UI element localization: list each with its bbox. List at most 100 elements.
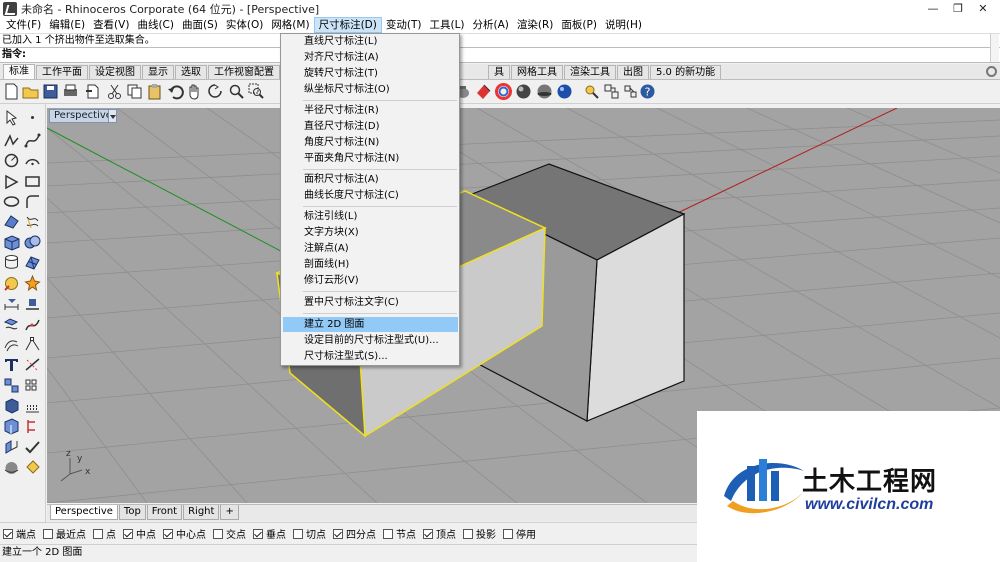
menu-render[interactable]: 渲染(R) xyxy=(513,17,558,33)
osnap-checkbox[interactable] xyxy=(333,528,343,539)
group-icon[interactable] xyxy=(3,377,20,394)
tab-render-tools[interactable]: 渲染工具 xyxy=(564,65,616,79)
print-icon[interactable] xyxy=(62,83,79,100)
add-viewport-button[interactable]: + xyxy=(220,505,239,520)
triangle-icon[interactable] xyxy=(3,173,20,190)
tab-set-view[interactable]: 设定视图 xyxy=(89,65,141,79)
menu-file[interactable]: 文件(F) xyxy=(2,17,45,33)
tab-new-in-v5[interactable]: 5.0 的新功能 xyxy=(650,65,722,79)
light-icon[interactable] xyxy=(583,83,600,100)
tab-display[interactable]: 显示 xyxy=(142,65,174,79)
undo-icon[interactable] xyxy=(167,83,184,100)
menu-dimension[interactable]: 尺寸标注(D) xyxy=(313,17,382,33)
menu-solid[interactable]: 实体(O) xyxy=(222,17,267,33)
analyze-sphere-icon[interactable] xyxy=(3,459,20,476)
menu-analyze[interactable]: 分析(A) xyxy=(469,17,513,33)
mesh-icon[interactable] xyxy=(24,254,41,271)
tab-drafting[interactable]: 出图 xyxy=(617,65,649,79)
viewport-tab-perspective[interactable]: Perspective xyxy=(50,505,118,520)
osnap-checkbox[interactable] xyxy=(383,528,393,539)
pan-hand-icon[interactable] xyxy=(186,83,203,100)
osnap-tan[interactable]: 切点 xyxy=(293,526,326,541)
tab-select[interactable]: 选取 xyxy=(175,65,207,79)
viewport-tab-top[interactable]: Top xyxy=(118,505,146,520)
menu-item-text-block[interactable]: 文字方块(X) xyxy=(283,225,458,240)
material-icon[interactable] xyxy=(475,83,492,100)
sweep-icon[interactable] xyxy=(3,439,20,456)
close-button[interactable]: ✕ xyxy=(968,0,998,17)
osnap-checkbox[interactable] xyxy=(3,528,13,539)
new-file-icon[interactable] xyxy=(3,83,20,100)
save-icon[interactable] xyxy=(42,83,59,100)
menu-item-hatch[interactable]: 剖面线(H) xyxy=(283,257,458,272)
menu-item-ordinate-dimension[interactable]: 纵坐标尺寸标注(O) xyxy=(283,82,458,97)
select-arrow-icon[interactable] xyxy=(3,109,20,126)
cut-icon[interactable] xyxy=(106,83,123,100)
red-dimension-icon[interactable] xyxy=(24,418,41,435)
command-input[interactable]: 指令: xyxy=(0,47,1000,63)
color-wheel-icon[interactable] xyxy=(495,83,512,100)
zoom-icon[interactable] xyxy=(228,83,245,100)
menu-item-center-dimension-text[interactable]: 置中尺寸标注文字(C) xyxy=(283,295,458,310)
surface-patch-icon[interactable] xyxy=(3,213,20,230)
array-icon[interactable] xyxy=(24,377,41,394)
explode-icon[interactable] xyxy=(24,275,41,292)
solid-box-icon[interactable] xyxy=(3,234,20,251)
render-icon[interactable] xyxy=(3,275,20,292)
cylinder-icon[interactable] xyxy=(3,254,20,271)
dot-grid-icon[interactable] xyxy=(24,398,41,415)
menu-edit[interactable]: 编辑(E) xyxy=(45,17,89,33)
menu-item-area-dimension[interactable]: 面积尺寸标注(A) xyxy=(283,172,458,187)
text-icon[interactable] xyxy=(3,356,20,373)
menu-item-make-2d-drawing[interactable]: 建立 2D 图面 xyxy=(283,317,458,332)
rotate-view-icon[interactable] xyxy=(207,83,224,100)
circle-icon[interactable] xyxy=(3,152,20,169)
menu-panels[interactable]: 面板(P) xyxy=(557,17,601,33)
boolean-icon[interactable] xyxy=(24,234,41,251)
osnap-vertex[interactable]: 顶点 xyxy=(423,526,456,541)
edit-curve-icon[interactable] xyxy=(24,316,41,333)
tab-cplanes[interactable]: 工作平面 xyxy=(36,65,88,79)
osnap-checkbox[interactable] xyxy=(43,528,53,539)
tab-viewport-layout[interactable]: 工作视窗配置 xyxy=(208,65,280,79)
help-icon[interactable]: ? xyxy=(639,83,656,100)
osnap-cen[interactable]: 中心点 xyxy=(163,526,206,541)
osnap-checkbox[interactable] xyxy=(423,528,433,539)
layer-cube-icon[interactable] xyxy=(3,418,20,435)
osnap-mid[interactable]: 中点 xyxy=(123,526,156,541)
menu-view[interactable]: 查看(V) xyxy=(89,17,133,33)
menu-item-plane-angle-dimension[interactable]: 平面夹角尺寸标注(N) xyxy=(283,151,458,166)
ellipse-icon[interactable] xyxy=(3,193,20,210)
osnap-checkbox[interactable] xyxy=(213,528,223,539)
curve-from-object-icon[interactable] xyxy=(3,316,20,333)
dimension-linear-icon[interactable] xyxy=(3,295,20,312)
menu-item-set-current-dimension-style[interactable]: 设定目前的尺寸标注型式(U)... xyxy=(283,333,458,348)
shaded-sphere-icon[interactable] xyxy=(515,83,532,100)
menu-tools[interactable]: 工具(L) xyxy=(425,17,468,33)
tab-standard[interactable]: 标准 xyxy=(3,64,35,79)
point-icon[interactable] xyxy=(24,109,41,126)
menu-item-dot[interactable]: 注解点(A) xyxy=(283,241,458,256)
control-points-icon[interactable] xyxy=(24,336,41,353)
osnap-point[interactable]: 点 xyxy=(93,526,116,541)
menu-item-rotated-dimension[interactable]: 旋转尺寸标注(T) xyxy=(283,66,458,81)
viewport-tab-front[interactable]: Front xyxy=(146,505,183,520)
rectangle-icon[interactable] xyxy=(24,173,41,190)
command-scrollbar[interactable] xyxy=(990,34,999,62)
menu-item-curve-length-dimension[interactable]: 曲线长度尺寸标注(C) xyxy=(283,188,458,203)
rendered-sphere-icon[interactable] xyxy=(536,83,553,100)
menu-item-aligned-dimension[interactable]: 对齐尺寸标注(A) xyxy=(283,50,458,65)
chevron-down-icon[interactable] xyxy=(108,109,117,123)
menu-item-angle-dimension[interactable]: 角度尺寸标注(N) xyxy=(283,135,458,150)
osnap-checkbox[interactable] xyxy=(93,528,103,539)
osnap-disable[interactable]: 停用 xyxy=(503,526,536,541)
dimension-tools-icon[interactable] xyxy=(24,295,41,312)
tab-mesh-tools[interactable]: 网格工具 xyxy=(511,65,563,79)
paste-icon[interactable] xyxy=(146,83,163,100)
loft-icon[interactable] xyxy=(24,213,41,230)
import-icon[interactable] xyxy=(84,83,101,100)
osnap-project[interactable]: 投影 xyxy=(463,526,496,541)
open-folder-icon[interactable] xyxy=(22,83,39,100)
blue-sphere-icon[interactable] xyxy=(556,83,573,100)
menu-mesh[interactable]: 网格(M) xyxy=(267,17,313,33)
